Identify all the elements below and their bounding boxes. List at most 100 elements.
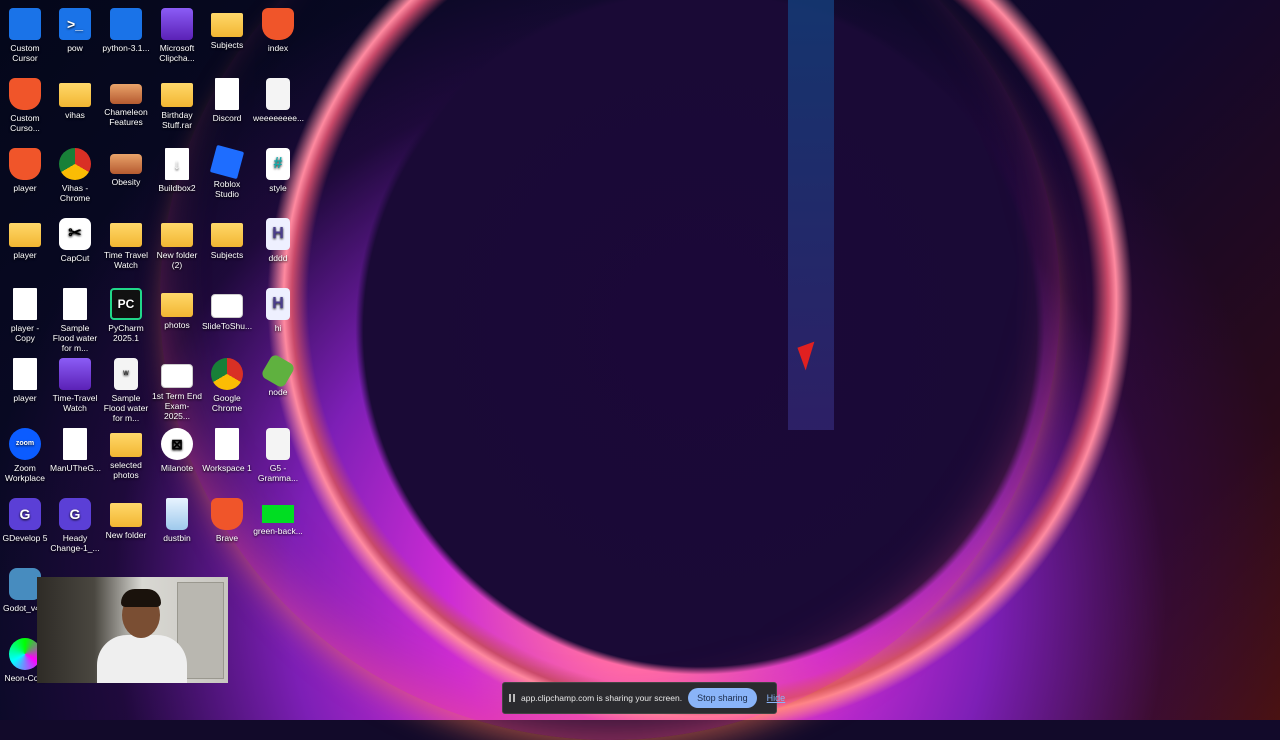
folder-icon	[9, 223, 41, 247]
desktop-icon-label: Subjects	[210, 250, 244, 260]
css-file-icon: #	[266, 148, 290, 180]
folder-icon	[211, 13, 243, 37]
cursor-app-icon	[9, 8, 41, 40]
clipchamp-icon	[161, 8, 193, 40]
folder-icon	[110, 433, 142, 457]
roblox-icon	[209, 144, 245, 180]
desktop-icon-2-3[interactable]: Time Travel Watch	[101, 214, 151, 284]
desktop-icon-0-2[interactable]: player	[0, 144, 50, 214]
html-file-icon: H	[266, 218, 290, 250]
desktop-icon-3-4[interactable]: photos	[152, 284, 202, 354]
desktop-icon-0-0[interactable]: Custom Cursor	[0, 4, 50, 74]
brave-icon	[211, 498, 243, 530]
desktop-icon-label: python-3.1...	[102, 43, 150, 53]
desktop-icon-label: node	[268, 387, 288, 397]
chrome-icon	[59, 148, 91, 180]
desktop-icon-5-7[interactable]: green-back...	[253, 494, 303, 564]
folder-icon	[211, 223, 243, 247]
desktop-icon-label: Workspace 1	[202, 463, 252, 473]
webcam-person-hair	[121, 589, 161, 607]
desktop-icon-label: Custom Curso...	[10, 113, 40, 133]
desktop-icon-1-3[interactable]: ✂ CapCut	[50, 214, 100, 284]
desktop-icon-0-6[interactable]: zoom Zoom Workplace	[0, 424, 50, 494]
desktop-icon-label: Milanote	[160, 463, 194, 473]
desktop-icon-4-2[interactable]: Roblox Studio	[202, 144, 252, 214]
desktop-icon-label: pow	[67, 43, 83, 53]
desktop-icon-5-1[interactable]: weeeeeeee...	[253, 74, 304, 144]
desktop-icon-5-4[interactable]: Hhi	[253, 284, 303, 354]
desktop-icon-label: style	[269, 183, 287, 193]
desktop-icon-1-0[interactable]: >_pow	[50, 4, 100, 74]
desktop-icon-4-1[interactable]: Discord	[202, 74, 252, 144]
file-icon	[13, 288, 37, 320]
desktop-icon-4-3[interactable]: Subjects	[202, 214, 252, 284]
screen-share-notification-bar: app.clipchamp.com is sharing your screen…	[502, 682, 785, 714]
image-icon	[262, 505, 294, 523]
desktop-icon-3-6[interactable]: ⊠ Milanote	[152, 424, 202, 494]
document-icon	[266, 428, 290, 460]
desktop-icon-5-6[interactable]: G5 - Gramma...	[253, 424, 303, 494]
desktop-icon-2-4[interactable]: PC PyCharm 2025.1	[101, 284, 151, 354]
desktop-icon-2-7[interactable]: New folder	[101, 494, 151, 564]
desktop-icon-label: index	[267, 43, 289, 53]
desktop-icon-2-1[interactable]: Chameleon Features	[101, 74, 151, 144]
desktop-icon-2-0[interactable]: python-3.1...	[101, 4, 151, 74]
file-icon	[215, 78, 239, 110]
desktop-icon-4-0[interactable]: Subjects	[202, 4, 252, 74]
brave-icon	[262, 8, 294, 40]
desktop-icon-label: GDevelop 5	[2, 533, 48, 543]
desktop-icon-0-1[interactable]: Custom Curso...	[0, 74, 50, 144]
desktop-icon-5-0[interactable]: index	[253, 4, 303, 74]
folder-icon	[161, 223, 193, 247]
desktop-icon-4-4[interactable]: SlideToShu...	[202, 284, 252, 354]
desktop-icon-0-4[interactable]: player - Copy	[0, 284, 50, 354]
desktop-icon-0-5[interactable]: player	[0, 354, 50, 424]
desktop-icon-label: player	[13, 393, 37, 403]
desktop-icon-3-5[interactable]: 1st Term End Exam-2025...	[152, 354, 202, 424]
brave-icon	[9, 78, 41, 110]
desktop-icon-1-6[interactable]: ManUTheG...	[50, 424, 101, 494]
desktop-icon-4-6[interactable]: Workspace 1	[202, 424, 252, 494]
download-icon: ↓	[165, 148, 189, 180]
desktop-icon-2-2[interactable]: Obesity	[101, 144, 151, 214]
desktop-icon-label: Sample Flood water for m...	[103, 393, 149, 423]
desktop-icon-0-3[interactable]: player	[0, 214, 50, 284]
zoom-icon: zoom	[9, 428, 41, 460]
desktop-icon-3-1[interactable]: Birthday Stuff.rar	[152, 74, 202, 144]
game-character-icon	[9, 148, 41, 180]
html-file-icon: H	[266, 288, 290, 320]
stop-sharing-button[interactable]: Stop sharing	[688, 688, 757, 708]
desktop-icon-label: Zoom Workplace	[5, 463, 45, 483]
webcam-person-body	[97, 635, 187, 683]
desktop-icon-3-7[interactable]: dustbin	[152, 494, 202, 564]
hide-link[interactable]: Hide	[767, 693, 786, 703]
desktop-icon-1-2[interactable]: Vihas - Chrome	[50, 144, 100, 214]
desktop-icon-1-1[interactable]: vihas	[50, 74, 100, 144]
desktop-icon-5-5[interactable]: node	[253, 353, 303, 424]
desktop-icon-3-2[interactable]: ↓ Buildbox2	[152, 144, 202, 214]
desktop-icon-4-5[interactable]: Google Chrome	[202, 354, 252, 424]
desktop-icon-label: New folder (2)	[156, 250, 198, 270]
desktop-icon-5-2[interactable]: # style	[253, 144, 303, 214]
file-icon	[215, 428, 239, 460]
python-installer-icon	[110, 8, 142, 40]
desktop-icon-label: hi	[274, 323, 282, 333]
share-message: app.clipchamp.com is sharing your screen…	[521, 693, 683, 703]
desktop-icon-2-6[interactable]: selected photos	[101, 424, 151, 494]
desktop-icon-1-7[interactable]: G Heady Change-1_...	[50, 494, 100, 564]
desktop-icon-3-3[interactable]: New folder (2)	[152, 214, 202, 284]
powershell-icon: >_	[59, 8, 91, 40]
desktop-icon-2-5[interactable]: W Sample Flood water for m...	[101, 354, 151, 424]
desktop-icon-label: Brave	[215, 533, 239, 543]
folder-icon	[59, 83, 91, 107]
desktop-icon-5-3[interactable]: Hdddd	[253, 214, 303, 284]
desktop-icon-0-7[interactable]: G GDevelop 5	[0, 494, 50, 564]
desktop-icon-3-0[interactable]: Microsoft Clipcha...	[152, 4, 202, 74]
spreadsheet-icon	[161, 364, 193, 388]
desktop-icon-1-4[interactable]: Sample Flood water for m...	[50, 284, 100, 354]
drag-handle-icon[interactable]	[509, 694, 515, 702]
desktop-icon-1-5[interactable]: Time-Travel Watch	[50, 354, 100, 424]
desktop-icon-4-7[interactable]: Brave	[202, 494, 252, 564]
document-icon	[266, 78, 290, 110]
desktop-icon-label: vihas	[65, 110, 85, 120]
